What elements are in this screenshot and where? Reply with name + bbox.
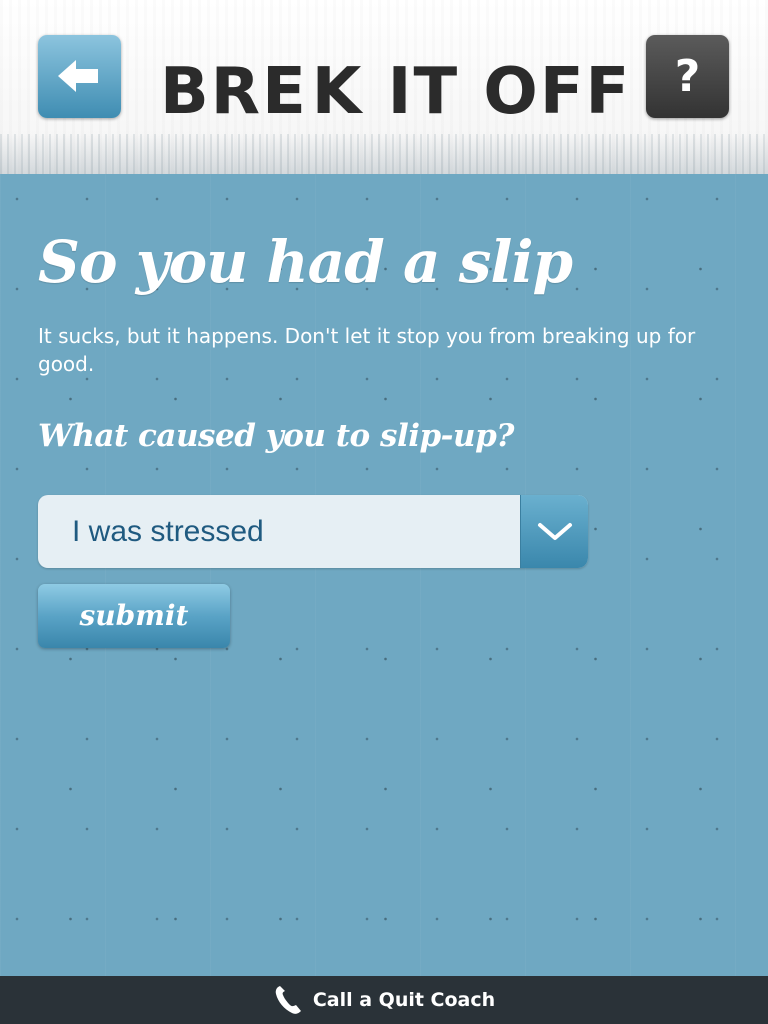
- slip-cause-value: I was stressed: [72, 515, 264, 548]
- submit-button[interactable]: submit: [38, 584, 230, 648]
- slip-cause-select[interactable]: I was stressed: [38, 495, 588, 568]
- phone-icon: [275, 986, 301, 1014]
- slip-form-panel: So you had a slip It sucks, but it happe…: [0, 174, 768, 976]
- question-label: What caused you to slip-up?: [38, 418, 514, 454]
- page-title: So you had a slip: [38, 228, 573, 296]
- help-button[interactable]: ?: [646, 35, 729, 118]
- intro-text: It sucks, but it happens. Don't let it s…: [38, 324, 696, 376]
- submit-button-label: submit: [79, 599, 189, 632]
- call-quit-coach-label: Call a Quit Coach: [312, 989, 496, 1011]
- logo-text-end: K IT OFF: [311, 55, 632, 129]
- app-header: BRE K IT OFF ?: [0, 0, 768, 174]
- arrow-left-icon: [58, 60, 98, 92]
- app-logo: BRE K IT OFF: [160, 52, 629, 132]
- help-button-label: ?: [674, 51, 701, 102]
- select-dropdown-toggle[interactable]: [520, 495, 588, 568]
- call-quit-coach-bar[interactable]: Call a Quit Coach: [0, 976, 768, 1024]
- header-texture: [0, 134, 768, 174]
- chevron-down-icon: [538, 523, 572, 540]
- logo-text-start: BRE: [160, 55, 308, 129]
- back-button[interactable]: [38, 35, 121, 118]
